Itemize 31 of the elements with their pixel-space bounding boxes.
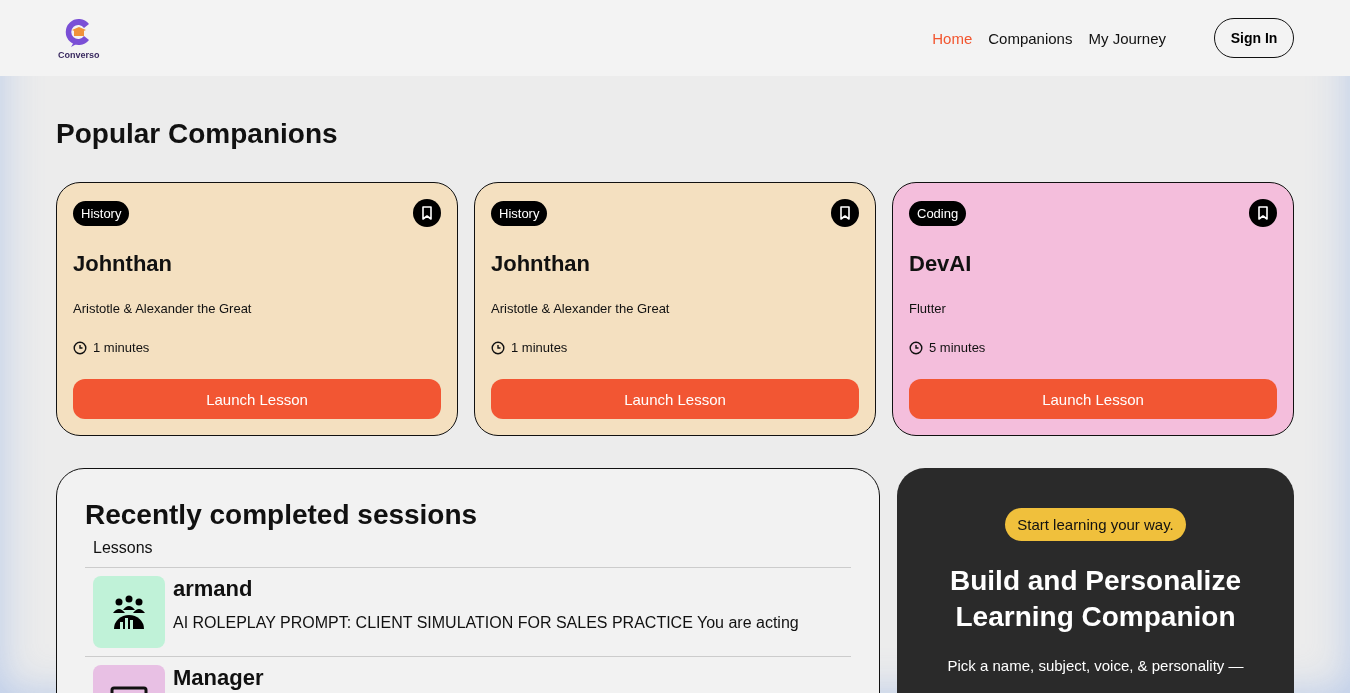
nav-link[interactable]: My Journey	[1088, 29, 1166, 47]
panel-title: Recently completed sessions	[85, 498, 479, 532]
cta-text: Pick a name, subject, voice, & personality —	[947, 657, 1244, 674]
session-name[interactable]: Manager	[173, 665, 264, 691]
cta-badge: Start learning your way.	[1005, 508, 1186, 541]
session-description: AI ROLEPLAY PROMPT: CLIENT SIMULATION FOR SALES PRACTICE You are acting	[173, 614, 799, 632]
companion-topic: Flutter	[909, 301, 947, 316]
nav-link[interactable]: Companions	[988, 29, 1073, 47]
companion-topic: Aristotle & Alexander the Great	[491, 301, 671, 316]
subject-tag: History	[73, 200, 130, 226]
bookmark-icon[interactable]	[1249, 199, 1277, 227]
duration-text: 5 minutes	[929, 340, 986, 355]
section-title: Popular Companions	[56, 117, 339, 151]
clock-icon	[73, 340, 87, 355]
session-name[interactable]: armand	[173, 576, 799, 602]
clock-icon	[491, 340, 505, 355]
companion-name: DevAI	[909, 251, 973, 277]
bookmark-icon[interactable]	[831, 199, 859, 227]
duration-text: 1 minutes	[511, 340, 568, 355]
people-chart-icon	[110, 593, 148, 631]
cta-title: Build and Personalize Learning Companion	[949, 564, 1242, 634]
logo-name: Converso	[58, 50, 100, 60]
duration-text: 1 minutes	[93, 340, 150, 355]
bookmark-icon[interactable]	[413, 199, 441, 227]
column-header: Lessons	[85, 533, 851, 568]
subject-tag: History	[491, 200, 548, 226]
companion-name: Johnthan	[491, 251, 591, 277]
clock-icon	[909, 340, 923, 355]
companion-name: Johnthan	[73, 251, 173, 277]
companion-topic: Aristotle & Alexander the Great	[73, 301, 253, 316]
subject-tag: Coding	[909, 200, 967, 226]
